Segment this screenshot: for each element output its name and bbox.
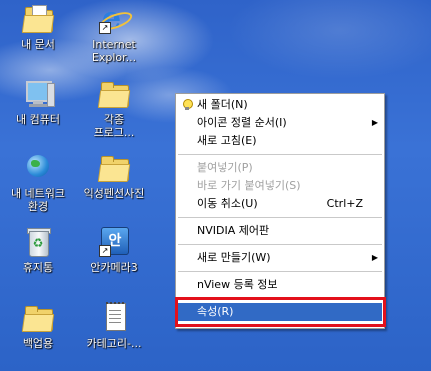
- lightbulb-icon: [182, 99, 193, 110]
- folder-icon: [97, 77, 131, 111]
- menu-item-label: 새로 고침(E): [197, 134, 257, 147]
- desktop-icon-recycle-bin[interactable]: ♻ 휴지통: [0, 225, 76, 274]
- desktop-context-menu: 새 폴더(N) 아이콘 정렬 순서(I) ▶ 새로 고침(E) 붙여넣기(P) …: [175, 93, 385, 329]
- menu-item-label: 바로 가기 붙여넣기(S): [197, 179, 301, 192]
- menu-item-undo-move[interactable]: 이동 취소(U) Ctrl+Z: [176, 195, 384, 213]
- menu-item-nview-properties[interactable]: nView 등록 정보: [176, 276, 384, 294]
- menu-separator: [178, 298, 382, 299]
- desktop-icon-label: 익성펜션사진: [83, 187, 145, 200]
- desktop-icon-label: 휴지통: [22, 261, 54, 274]
- network-places-icon: [21, 151, 55, 185]
- recycle-bin-icon: ♻: [21, 225, 55, 259]
- desktop-icon-ahn-camera[interactable]: 안 ↗ 안카메라3: [76, 225, 152, 274]
- desktop-icon-label: 내 네트워크 환경: [10, 187, 66, 213]
- menu-item-refresh[interactable]: 새로 고침(E): [176, 132, 384, 150]
- app-shortcut-icon: 안 ↗: [97, 225, 131, 259]
- desktop-icon-network-places[interactable]: 내 네트워크 환경: [0, 151, 76, 213]
- menu-item-label: NVIDIA 제어판: [197, 224, 270, 237]
- menu-separator: [178, 244, 382, 245]
- desktop-icon-label: Internet Explor...: [91, 38, 137, 64]
- menu-item-arrange-icons[interactable]: 아이콘 정렬 순서(I) ▶: [176, 114, 384, 132]
- menu-item-label: 새로 만들기(W): [197, 251, 271, 264]
- desktop-icon-label: 안카메라3: [90, 261, 138, 274]
- internet-explorer-icon: e ↗: [97, 2, 135, 36]
- desktop-icon-label: 각종 프로그...: [93, 113, 135, 139]
- menu-item-paste: 붙여넣기(P): [176, 159, 384, 177]
- menu-separator: [178, 154, 382, 155]
- my-documents-icon: [21, 2, 55, 36]
- menu-item-label: 아이콘 정렬 순서(I): [197, 116, 287, 129]
- desktop-icon-programs-folder[interactable]: 각종 프로그...: [76, 77, 152, 139]
- menu-item-new-folder[interactable]: 새 폴더(N): [176, 96, 384, 114]
- desktop-icon-my-computer[interactable]: 내 컴퓨터: [0, 77, 76, 126]
- menu-item-label: 새 폴더(N): [197, 98, 248, 111]
- submenu-arrow-icon: ▶: [371, 118, 378, 127]
- desktop-icon-category-file[interactable]: 카테고리-...: [76, 301, 152, 350]
- submenu-arrow-icon: ▶: [371, 253, 378, 262]
- desktop-icon-label: 내 문서: [21, 38, 55, 51]
- my-computer-icon: [21, 77, 55, 111]
- desktop-icon-backup-folder[interactable]: 백업용: [0, 301, 76, 350]
- folder-icon: [97, 151, 131, 185]
- desktop-icon-label: 내 컴퓨터: [16, 113, 60, 126]
- desktop-icon-internet-explorer[interactable]: e ↗ Internet Explor...: [76, 2, 152, 65]
- menu-separator: [178, 271, 382, 272]
- menu-item-paste-shortcut: 바로 가기 붙여넣기(S): [176, 177, 384, 195]
- menu-item-label: 속성(R): [197, 305, 234, 318]
- menu-item-label: nView 등록 정보: [197, 278, 278, 291]
- text-file-icon: [97, 301, 131, 335]
- desktop-icon-label: 카테고리-...: [86, 337, 142, 350]
- desktop-icon-my-documents[interactable]: 내 문서: [0, 2, 76, 51]
- desktop-icon-label: 백업용: [22, 337, 54, 350]
- folder-icon: [21, 301, 55, 335]
- menu-item-new[interactable]: 새로 만들기(W) ▶: [176, 249, 384, 267]
- menu-item-label: 이동 취소(U): [197, 197, 258, 210]
- desktop-icon-pension-photos[interactable]: 익성펜션사진: [76, 151, 152, 200]
- menu-item-label: 붙여넣기(P): [197, 161, 253, 174]
- menu-item-properties[interactable]: 속성(R): [178, 303, 382, 321]
- menu-item-nvidia-control-panel[interactable]: NVIDIA 제어판: [176, 222, 384, 240]
- menu-separator: [178, 217, 382, 218]
- menu-item-shortcut: Ctrl+Z: [326, 197, 363, 210]
